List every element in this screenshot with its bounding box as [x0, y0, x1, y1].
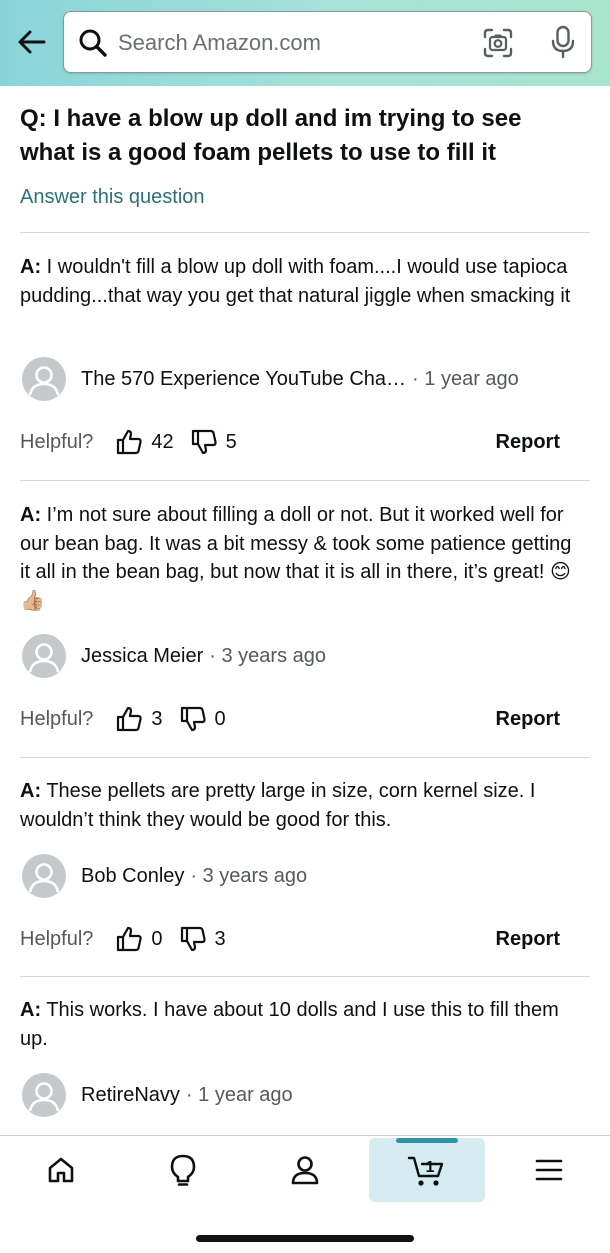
- answer-timestamp: · 1 year ago: [412, 367, 519, 390]
- upvote-count: 0: [151, 927, 163, 950]
- profile-icon: [291, 1156, 319, 1185]
- thumbs-down-icon: [180, 706, 206, 732]
- camera-search-icon[interactable]: [482, 27, 514, 59]
- nav-menu[interactable]: [491, 1138, 607, 1202]
- downvote-count: 5: [225, 430, 237, 453]
- helpful-label: Helpful?: [20, 927, 94, 950]
- answer-text: A: These pellets are pretty large in siz…: [20, 777, 580, 834]
- answer-text: A: I wouldn't fill a blow up doll with f…: [20, 253, 580, 310]
- author-name[interactable]: RetireNavy: [81, 1084, 180, 1107]
- microphone-icon[interactable]: [548, 25, 578, 59]
- thumbs-down-icon: [180, 926, 206, 952]
- active-tab-indicator: [396, 1138, 458, 1143]
- author-name[interactable]: Jessica Meier: [81, 645, 203, 668]
- question-text: Q: I have a blow up doll and im trying t…: [20, 102, 580, 170]
- answer-timestamp: · 3 years ago: [190, 864, 308, 887]
- nav-account[interactable]: [247, 1138, 363, 1202]
- cart-icon: 1: [407, 1156, 444, 1186]
- thumbs-down-icon: [191, 429, 217, 455]
- helpful-row: Helpful? 42 5 Report: [20, 427, 560, 457]
- answer-text: A: I’m not sure about filling a doll or …: [20, 501, 580, 615]
- thumbs-up-button[interactable]: 3: [115, 705, 163, 733]
- divider: [20, 232, 590, 233]
- thumbs-down-button[interactable]: 3: [179, 925, 226, 953]
- home-indicator-bar: [196, 1235, 414, 1242]
- bottom-navigation: 1: [0, 1135, 610, 1253]
- question-body: I have a blow up doll and im trying to s…: [20, 105, 522, 166]
- divider: [20, 480, 590, 481]
- author-row: The 570 Experience YouTube Cha… · 1 year…: [22, 357, 519, 401]
- answer-body: I wouldn't fill a blow up doll with foam…: [20, 256, 571, 307]
- answer-text: A: This works. I have about 10 dolls and…: [20, 996, 580, 1053]
- thumbs-up-icon: [117, 926, 143, 952]
- downvote-count: 3: [214, 927, 226, 950]
- question-prefix: Q:: [20, 105, 47, 132]
- report-button[interactable]: Report: [496, 431, 560, 454]
- helpful-row: Helpful? 0 3 Report: [20, 924, 560, 954]
- avatar[interactable]: [22, 1073, 66, 1117]
- thumbs-up-button[interactable]: 42: [115, 428, 174, 456]
- upvote-count: 3: [151, 707, 163, 730]
- thumbs-up-button[interactable]: 0: [115, 925, 163, 953]
- report-button[interactable]: Report: [496, 708, 560, 731]
- back-button[interactable]: [14, 24, 50, 60]
- answer-prefix: A:: [20, 504, 42, 526]
- report-button[interactable]: Report: [496, 928, 560, 951]
- cart-count: 1: [426, 1159, 435, 1176]
- author-row: Bob Conley · 3 years ago: [22, 854, 307, 898]
- answer-body: I’m not sure about filling a doll or not…: [20, 504, 572, 612]
- nav-inspire[interactable]: [125, 1138, 241, 1202]
- answer-prefix: A:: [20, 999, 42, 1021]
- answer-body: This works. I have about 10 dolls and I …: [20, 999, 559, 1050]
- author-row: Jessica Meier · 3 years ago: [22, 634, 326, 678]
- avatar[interactable]: [22, 634, 66, 678]
- back-arrow-icon: [18, 30, 46, 54]
- default-avatar-icon: [28, 863, 60, 893]
- helpful-label: Helpful?: [20, 430, 94, 453]
- default-avatar-icon: [28, 643, 60, 673]
- author-name[interactable]: Bob Conley: [81, 865, 184, 888]
- divider: [20, 976, 590, 977]
- answer-this-question-link[interactable]: Answer this question: [20, 186, 205, 209]
- author-name[interactable]: The 570 Experience YouTube Cha…: [81, 368, 406, 391]
- menu-icon: [535, 1159, 563, 1181]
- default-avatar-icon: [28, 366, 60, 396]
- thumbs-up-icon: [117, 706, 143, 732]
- avatar[interactable]: [22, 357, 66, 401]
- answer-timestamp: · 1 year ago: [185, 1083, 293, 1106]
- author-row: RetireNavy · 1 year ago: [22, 1073, 293, 1117]
- search-icon: [79, 29, 107, 57]
- avatar[interactable]: [22, 854, 66, 898]
- header: [0, 0, 610, 86]
- default-avatar-icon: [28, 1082, 60, 1112]
- answer-timestamp: · 3 years ago: [209, 644, 326, 667]
- thumbs-down-button[interactable]: 0: [179, 705, 226, 733]
- search-input[interactable]: [118, 26, 458, 60]
- answer-prefix: A:: [20, 256, 42, 278]
- nav-cart[interactable]: 1: [369, 1138, 485, 1202]
- lightbulb-icon: [170, 1154, 196, 1186]
- nav-home[interactable]: [3, 1138, 119, 1202]
- answer-prefix: A:: [20, 780, 42, 802]
- downvote-count: 0: [214, 707, 226, 730]
- search-bar[interactable]: [63, 11, 592, 73]
- upvote-count: 42: [151, 430, 174, 453]
- helpful-row: Helpful? 3 0 Report: [20, 704, 560, 734]
- home-icon: [48, 1157, 74, 1183]
- divider: [20, 757, 590, 758]
- thumbs-up-icon: [117, 429, 143, 455]
- helpful-label: Helpful?: [20, 707, 94, 730]
- answer-body: These pellets are pretty large in size, …: [20, 780, 536, 831]
- thumbs-down-button[interactable]: 5: [190, 428, 237, 456]
